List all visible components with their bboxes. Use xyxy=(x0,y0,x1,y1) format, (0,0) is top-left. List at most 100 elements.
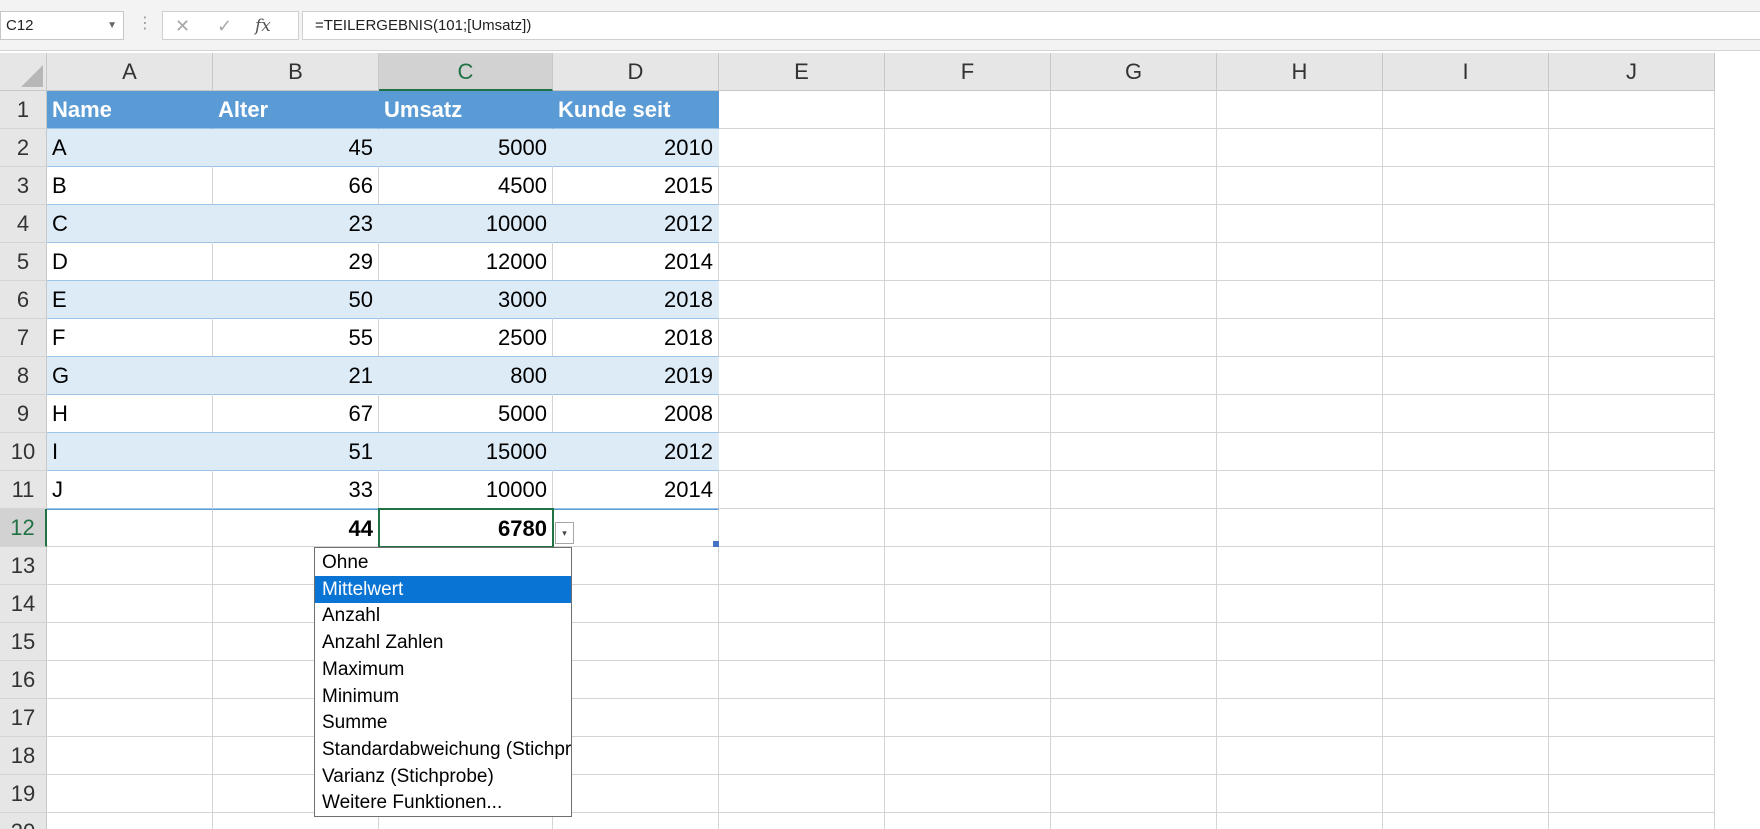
cell[interactable] xyxy=(1383,699,1549,737)
table-cell-umsatz[interactable]: 5000 xyxy=(379,395,553,433)
total-cell-umsatz[interactable]: 6780 xyxy=(379,509,553,547)
table-header-kunde-seit[interactable]: Kunde seit xyxy=(553,91,719,129)
table-cell-umsatz[interactable]: 10000 xyxy=(379,205,553,243)
table-cell-kunde-seit[interactable]: 2012 xyxy=(553,205,719,243)
table-cell-name[interactable]: E xyxy=(47,281,213,319)
dropdown-item[interactable]: Anzahl Zahlen xyxy=(315,629,571,656)
table-cell-name[interactable]: C xyxy=(47,205,213,243)
table-header-alter[interactable]: Alter xyxy=(213,91,379,129)
cell[interactable] xyxy=(1383,471,1549,509)
cell[interactable] xyxy=(1217,357,1383,395)
cell[interactable] xyxy=(1383,775,1549,813)
cell[interactable] xyxy=(1549,395,1715,433)
table-cell-kunde-seit[interactable]: 2010 xyxy=(553,129,719,167)
cell[interactable] xyxy=(1217,167,1383,205)
dropdown-item[interactable]: Anzahl xyxy=(315,602,571,629)
cell[interactable] xyxy=(1549,699,1715,737)
cell[interactable] xyxy=(719,547,885,585)
table-cell-name[interactable]: A xyxy=(47,129,213,167)
cell[interactable] xyxy=(1383,281,1549,319)
cell[interactable] xyxy=(719,357,885,395)
table-cell-alter[interactable]: 33 xyxy=(213,471,379,509)
cell[interactable] xyxy=(885,547,1051,585)
cell[interactable] xyxy=(1051,167,1217,205)
cell[interactable] xyxy=(1051,205,1217,243)
cell[interactable] xyxy=(1549,813,1715,829)
row-header-1[interactable]: 1 xyxy=(0,91,47,129)
cell[interactable] xyxy=(719,509,885,547)
row-header-9[interactable]: 9 xyxy=(0,395,47,433)
cell[interactable] xyxy=(1051,433,1217,471)
row-header-19[interactable]: 19 xyxy=(0,775,47,813)
table-cell-alter[interactable]: 50 xyxy=(213,281,379,319)
cell[interactable] xyxy=(1217,205,1383,243)
column-header-h[interactable]: H xyxy=(1217,53,1383,91)
cell[interactable] xyxy=(1051,547,1217,585)
cell[interactable] xyxy=(553,623,719,661)
row-header-7[interactable]: 7 xyxy=(0,319,47,357)
cell[interactable] xyxy=(885,395,1051,433)
cancel-icon[interactable]: ✕ xyxy=(175,15,190,37)
table-cell-umsatz[interactable]: 12000 xyxy=(379,243,553,281)
column-header-e[interactable]: E xyxy=(719,53,885,91)
cell[interactable] xyxy=(1549,471,1715,509)
table-cell-name[interactable]: G xyxy=(47,357,213,395)
cell[interactable] xyxy=(1217,661,1383,699)
cell[interactable] xyxy=(1051,509,1217,547)
row-header-4[interactable]: 4 xyxy=(0,205,47,243)
cell[interactable] xyxy=(1051,395,1217,433)
cell[interactable] xyxy=(885,433,1051,471)
table-cell-kunde-seit[interactable]: 2012 xyxy=(553,433,719,471)
column-header-c[interactable]: C xyxy=(379,53,553,91)
dropdown-item[interactable]: Ohne xyxy=(315,549,571,576)
row-header-10[interactable]: 10 xyxy=(0,433,47,471)
table-resize-handle[interactable] xyxy=(713,541,719,547)
table-cell-alter[interactable]: 55 xyxy=(213,319,379,357)
cell[interactable] xyxy=(1051,243,1217,281)
cell[interactable] xyxy=(1051,357,1217,395)
cell[interactable] xyxy=(1383,623,1549,661)
table-cell-alter[interactable]: 29 xyxy=(213,243,379,281)
cell[interactable] xyxy=(1051,585,1217,623)
table-cell-alter[interactable]: 51 xyxy=(213,433,379,471)
cell[interactable] xyxy=(1051,737,1217,775)
cell[interactable] xyxy=(1217,471,1383,509)
cell[interactable] xyxy=(553,737,719,775)
row-header-14[interactable]: 14 xyxy=(0,585,47,623)
cell[interactable] xyxy=(1383,167,1549,205)
row-header-15[interactable]: 15 xyxy=(0,623,47,661)
row-header-6[interactable]: 6 xyxy=(0,281,47,319)
cell[interactable] xyxy=(1217,281,1383,319)
row-header-20[interactable]: 20 xyxy=(0,813,47,829)
cell[interactable] xyxy=(1383,129,1549,167)
dropdown-item[interactable]: Minimum xyxy=(315,683,571,710)
cell[interactable] xyxy=(1549,205,1715,243)
chevron-down-icon[interactable]: ▼ xyxy=(107,12,117,39)
cell[interactable] xyxy=(885,699,1051,737)
cell[interactable] xyxy=(1383,91,1549,129)
formula-input[interactable]: =TEILERGEBNIS(101;[Umsatz]) xyxy=(302,11,1760,40)
name-box[interactable]: C12 ▼ xyxy=(0,11,124,40)
table-header-umsatz[interactable]: Umsatz xyxy=(379,91,553,129)
cell[interactable] xyxy=(885,167,1051,205)
cell[interactable] xyxy=(1217,129,1383,167)
insert-function-icon[interactable]: fx xyxy=(255,15,271,37)
table-cell-kunde-seit[interactable]: 2008 xyxy=(553,395,719,433)
cell[interactable] xyxy=(1549,433,1715,471)
cell[interactable] xyxy=(1051,471,1217,509)
cell[interactable] xyxy=(1051,129,1217,167)
dropdown-item[interactable]: Maximum xyxy=(315,656,571,683)
row-header-2[interactable]: 2 xyxy=(0,129,47,167)
cell[interactable] xyxy=(1217,699,1383,737)
cell[interactable] xyxy=(1549,661,1715,699)
cell[interactable] xyxy=(1217,395,1383,433)
cell[interactable] xyxy=(719,129,885,167)
cell[interactable] xyxy=(47,813,213,829)
cell[interactable] xyxy=(885,471,1051,509)
cell[interactable] xyxy=(1217,813,1383,829)
table-cell-name[interactable]: I xyxy=(47,433,213,471)
column-header-j[interactable]: J xyxy=(1549,53,1715,91)
table-cell-name[interactable]: J xyxy=(47,471,213,509)
cell[interactable] xyxy=(553,813,719,829)
cell[interactable] xyxy=(1051,699,1217,737)
